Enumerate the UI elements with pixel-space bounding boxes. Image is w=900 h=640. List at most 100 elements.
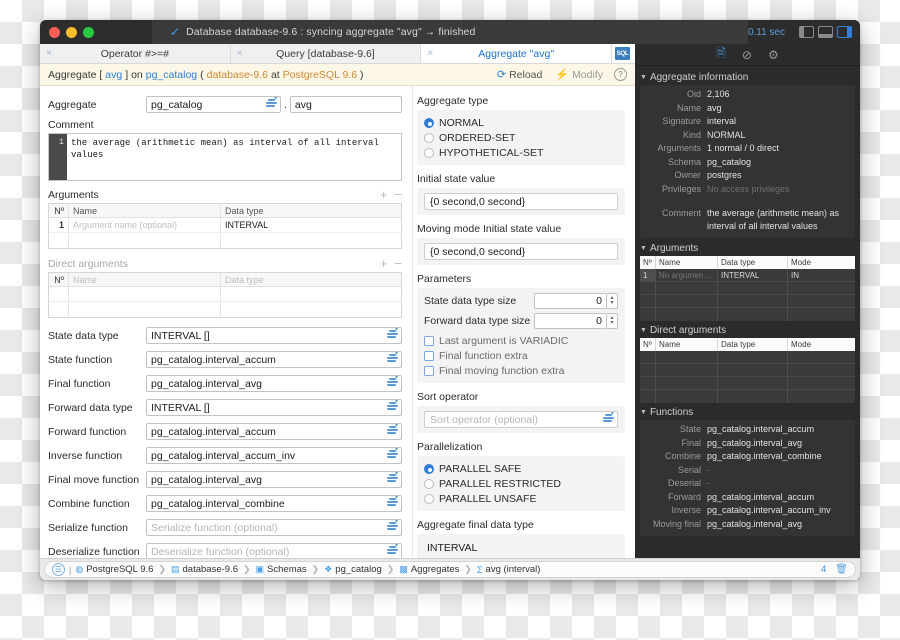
breadcrumb-item-database[interactable]: ▤ database-9.6 — [171, 564, 238, 575]
table-row[interactable] — [49, 287, 401, 302]
final-function-input[interactable]: pg_catalog.interval_avg — [146, 374, 402, 392]
table-row[interactable] — [640, 351, 855, 364]
table-row[interactable] — [640, 295, 855, 308]
chooser-icon[interactable] — [387, 350, 398, 366]
close-tab-icon[interactable]: × — [237, 48, 243, 59]
tab-aggregate[interactable]: × Aggregate "avg" — [421, 44, 613, 63]
radio-icon[interactable] — [424, 147, 434, 158]
trash-icon[interactable]: 🗑 — [835, 564, 848, 575]
row-data-type[interactable]: INTERVAL — [221, 218, 401, 232]
breadcrumb-item-schema[interactable]: ❖ pg_catalog — [324, 564, 382, 575]
checkbox-final-function-extra[interactable]: Final function extra — [424, 348, 618, 363]
inverse-function-input[interactable]: pg_catalog.interval_accum_inv — [146, 446, 402, 464]
row-data-type[interactable] — [221, 302, 401, 317]
serialize-function-input[interactable]: Serialize function (optional) — [146, 518, 402, 536]
inspector-functions-section-header[interactable]: ▼ Functions — [640, 407, 855, 418]
moving-initial-state-input[interactable]: {0 second,0 second} — [424, 243, 618, 260]
tab-query[interactable]: × Query [database-9.6] — [230, 44, 422, 63]
modify-button[interactable]: ⚡ Modify — [555, 68, 603, 82]
radio-hypothetical-set[interactable]: HYPOTHETICAL-SET — [424, 145, 618, 160]
add-argument-button[interactable]: + — [373, 188, 388, 201]
radio-icon[interactable] — [424, 132, 434, 143]
table-row[interactable] — [640, 377, 855, 390]
close-tab-icon[interactable]: × — [46, 48, 52, 59]
stepper-arrows-icon[interactable]: ▴ ▾ — [607, 293, 618, 309]
header-object-link[interactable]: avg — [105, 69, 122, 81]
chooser-icon[interactable] — [387, 446, 398, 462]
radio-ordered-set[interactable]: ORDERED-SET — [424, 130, 618, 145]
radio-parallel-restricted[interactable]: PARALLEL RESTRICTED — [424, 476, 618, 491]
radio-icon[interactable] — [424, 478, 434, 489]
breadcrumb-item-aggregate[interactable]: Σ avg (interval) — [477, 564, 541, 575]
breadcrumb-item-server[interactable]: ◍ PostgreSQL 9.6 — [75, 564, 153, 575]
radio-icon[interactable] — [424, 493, 434, 504]
close-tab-icon[interactable]: × — [427, 48, 433, 59]
radio-normal[interactable]: NORMAL — [424, 115, 618, 130]
chooser-icon[interactable] — [387, 374, 398, 390]
forward-data-type-input[interactable]: INTERVAL [] — [146, 398, 402, 416]
header-server-link[interactable]: PostgreSQL 9.6 — [283, 69, 357, 81]
maximize-window-button[interactable] — [83, 26, 94, 38]
reload-button[interactable]: ⟳ Reload — [497, 68, 543, 82]
chooser-icon[interactable] — [387, 326, 398, 342]
state-data-type-input[interactable]: INTERVAL [] — [146, 326, 402, 344]
inspector-arguments-section-header[interactable]: ▼ Arguments — [640, 243, 855, 254]
row-name-input[interactable]: Argument name (optional) — [69, 218, 221, 232]
disclosure-triangle-icon[interactable]: ▼ — [640, 74, 647, 81]
chooser-icon[interactable] — [387, 470, 398, 486]
initial-state-input[interactable]: {0 second,0 second} — [424, 193, 618, 210]
table-row[interactable] — [49, 302, 401, 317]
comment-editor[interactable]: 1 the average (arithmetic mean) as inter… — [48, 133, 402, 181]
row-data-type[interactable] — [221, 287, 401, 301]
final-move-function-input[interactable]: pg_catalog.interval_avg — [146, 470, 402, 488]
table-row[interactable]: 1 No argumen… INTERVAL IN — [640, 269, 855, 282]
radio-icon[interactable] — [424, 463, 434, 474]
remove-argument-button[interactable]: − — [387, 188, 402, 201]
toggle-bottom-pane-button[interactable] — [818, 26, 833, 38]
row-name-input[interactable] — [69, 233, 221, 248]
radio-parallel-safe[interactable]: PARALLEL SAFE — [424, 461, 618, 476]
row-name-input[interactable] — [69, 302, 221, 317]
breadcrumb-item-schemas[interactable]: ▣ Schemas — [256, 564, 307, 575]
table-row[interactable]: 1 Argument name (optional) INTERVAL — [49, 218, 401, 233]
header-schema-link[interactable]: pg_catalog — [146, 69, 197, 81]
forward-function-input[interactable]: pg_catalog.interval_accum — [146, 422, 402, 440]
toggle-left-pane-button[interactable] — [799, 26, 814, 38]
gear-icon[interactable]: ⚙ — [768, 48, 779, 62]
table-row[interactable] — [640, 282, 855, 295]
row-data-type[interactable] — [221, 233, 401, 248]
minimize-window-button[interactable] — [66, 26, 77, 38]
table-row[interactable] — [49, 233, 401, 248]
chooser-icon[interactable] — [387, 422, 398, 438]
state-size-stepper[interactable]: 0 ▴ ▾ — [534, 293, 618, 309]
state-function-input[interactable]: pg_catalog.interval_accum — [146, 350, 402, 368]
checkbox-variadic[interactable]: Last argument is VARIADIC — [424, 333, 618, 348]
close-window-button[interactable] — [49, 26, 60, 38]
header-database-link[interactable]: database-9.6 — [207, 69, 268, 81]
checkbox-icon[interactable] — [424, 350, 434, 361]
breadcrumb-item-aggregates[interactable]: ▩ Aggregates — [399, 564, 459, 575]
toggle-right-pane-button[interactable] — [837, 26, 852, 38]
table-row[interactable] — [640, 364, 855, 377]
list-icon[interactable]: ☰ — [52, 563, 65, 576]
disclosure-triangle-icon[interactable]: ▼ — [640, 409, 647, 416]
row-name-input[interactable] — [69, 287, 221, 301]
checkbox-final-moving-function-extra[interactable]: Final moving function extra — [424, 363, 618, 378]
tab-operator[interactable]: × Operator #>=# — [40, 44, 231, 63]
help-icon[interactable]: ⊘ — [742, 48, 752, 62]
chooser-icon[interactable] — [387, 518, 398, 534]
table-row[interactable] — [640, 390, 855, 403]
inspector-direct-arguments-section-header[interactable]: ▼ Direct arguments — [640, 325, 855, 336]
chooser-icon[interactable] — [387, 398, 398, 414]
chooser-icon[interactable] — [387, 542, 398, 558]
aggregate-name-input[interactable]: avg — [289, 96, 402, 113]
disclosure-triangle-icon[interactable]: ▼ — [640, 245, 647, 252]
radio-parallel-unsafe[interactable]: PARALLEL UNSAFE — [424, 491, 618, 506]
combine-function-input[interactable]: pg_catalog.interval_combine — [146, 494, 402, 512]
disclosure-triangle-icon[interactable]: ▼ — [640, 327, 647, 334]
help-button[interactable]: ? — [614, 68, 627, 81]
state-size-input[interactable]: 0 — [534, 293, 607, 309]
sql-icon[interactable]: SQL — [615, 47, 631, 60]
chooser-icon[interactable] — [387, 494, 398, 510]
document-icon[interactable]: 🗎 — [716, 44, 726, 65]
